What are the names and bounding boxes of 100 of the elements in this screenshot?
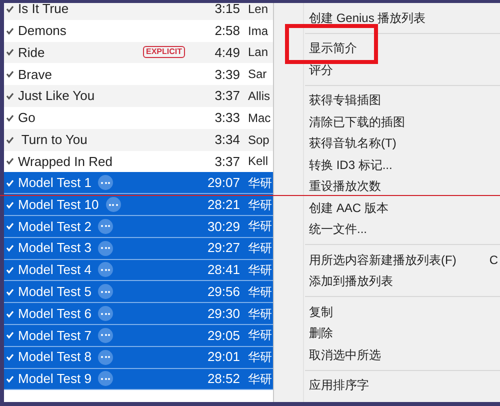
- song-artist: 华研: [248, 218, 272, 236]
- song-title: Model Test 10: [18, 196, 99, 214]
- song-row[interactable]: Turn to You 3:34 Sop: [4, 128, 273, 151]
- song-artist: Len: [248, 3, 268, 18]
- song-title: Is It True: [18, 3, 69, 18]
- song-artist: 华研: [248, 306, 272, 323]
- song-artist: 华研: [248, 349, 272, 366]
- song-artist: 华研: [248, 284, 272, 301]
- song-duration: 29:27: [207, 239, 240, 258]
- song-row[interactable]: Model Test 7 29:05 华研: [4, 324, 273, 347]
- song-duration: 3:37: [214, 152, 240, 171]
- song-row[interactable]: Model Test 8 29:01 华研: [4, 346, 273, 369]
- song-title: Demons: [18, 22, 66, 40]
- menu-item[interactable]: 统一文件...: [274, 218, 500, 240]
- more-options-icon[interactable]: [98, 284, 114, 300]
- menu-item[interactable]: 用所选内容新建播放列表(F) C: [274, 249, 500, 270]
- song-row[interactable]: Wrapped In Red 3:37 Kell: [4, 150, 273, 172]
- song-title: Ride: [18, 44, 45, 62]
- song-title: Model Test 4: [18, 261, 92, 280]
- menu-item[interactable]: 应用排序字: [274, 374, 500, 396]
- song-duration: 29:30: [207, 304, 240, 323]
- song-title: Model Test 6: [18, 304, 92, 323]
- song-row[interactable]: Model Test 5 29:56 华研: [4, 281, 273, 304]
- song-title: Model Test 7: [18, 326, 92, 345]
- song-title: Model Test 8: [18, 348, 92, 366]
- song-duration: 29:01: [207, 348, 240, 366]
- checkmark-icon[interactable]: [6, 136, 14, 144]
- more-options-icon[interactable]: [98, 218, 114, 234]
- song-duration: 28:52: [207, 370, 240, 388]
- song-row[interactable]: Model Test 3 29:27 华研: [4, 238, 273, 260]
- menu-item[interactable]: 显示简介: [274, 38, 500, 59]
- song-row[interactable]: Model Test 6 29:30 华研: [4, 303, 273, 325]
- more-options-icon[interactable]: [98, 328, 114, 343]
- song-artist: 华研: [248, 327, 272, 344]
- song-title: Go: [18, 109, 36, 128]
- song-artist: 华研: [248, 196, 272, 214]
- song-duration: 4:49: [214, 44, 240, 62]
- song-title: Model Test 3: [18, 239, 92, 258]
- song-artist: Allis: [248, 88, 270, 106]
- checkmark-icon[interactable]: [6, 114, 14, 122]
- more-options-icon[interactable]: [98, 350, 114, 365]
- menu-item[interactable]: 创建 Genius 播放列表: [274, 7, 500, 28]
- song-artist: Kell: [248, 153, 268, 170]
- explicit-badge: EXPLICIT: [143, 46, 186, 58]
- menu-item[interactable]: 创建 AAC 版本: [274, 197, 500, 218]
- song-artist: Sop: [248, 132, 270, 149]
- song-row[interactable]: Ride EXPLICIT 4:49 Lan: [4, 42, 273, 64]
- menu-item[interactable]: 评分: [274, 59, 500, 80]
- menu-item[interactable]: 复制: [274, 301, 500, 322]
- song-duration: 28:41: [207, 261, 240, 280]
- song-artist: 华研: [248, 262, 272, 279]
- song-title: Turn to You: [20, 130, 88, 149]
- song-row[interactable]: Model Test 1 29:07 华研: [4, 172, 273, 194]
- more-options-icon[interactable]: [98, 371, 114, 386]
- song-title: Model Test 2: [18, 218, 92, 236]
- song-title: Just Like You: [18, 87, 95, 106]
- song-row[interactable]: Model Test 4 28:41 华研: [4, 260, 273, 282]
- menu-item[interactable]: 删除: [274, 322, 500, 344]
- song-duration: 3:37: [214, 87, 240, 106]
- song-row[interactable]: Model Test 9 28:52 华研: [4, 368, 273, 390]
- song-duration: 30:29: [207, 218, 240, 236]
- menu-item[interactable]: 清除已下载的插图: [274, 111, 500, 132]
- more-options-icon[interactable]: [98, 240, 114, 256]
- more-options-icon[interactable]: [98, 175, 114, 190]
- checkmark-icon[interactable]: [6, 26, 14, 35]
- song-duration: 3:34: [214, 130, 240, 149]
- checkmark-icon[interactable]: [6, 70, 14, 78]
- song-duration: 3:33: [214, 109, 240, 128]
- song-row[interactable]: Model Test 10 28:21 华研: [4, 194, 273, 216]
- song-title: Model Test 9: [18, 370, 92, 388]
- menu-item[interactable]: 转换 ID3 标记...: [274, 154, 500, 176]
- more-options-icon[interactable]: [98, 262, 114, 278]
- song-title: Wrapped In Red: [18, 152, 112, 171]
- checkmark-icon[interactable]: [6, 4, 14, 13]
- song-artist: Ima: [248, 22, 268, 40]
- song-artist: Mac: [248, 110, 271, 127]
- song-row[interactable]: Just Like You 3:37 Allis: [4, 85, 273, 107]
- song-row[interactable]: Model Test 2 30:29 华研: [4, 216, 273, 238]
- song-artist: 华研: [248, 174, 272, 192]
- song-artist: 华研: [248, 240, 272, 258]
- song-row[interactable]: Is It True 3:15 Len: [4, 3, 273, 20]
- song-duration: 29:05: [207, 326, 240, 345]
- checkmark-icon[interactable]: [6, 48, 14, 56]
- menu-item[interactable]: 获得音轨名称(T): [274, 132, 500, 154]
- menu-item[interactable]: 获得专辑插图: [274, 90, 500, 111]
- song-duration: 3:15: [214, 3, 240, 18]
- song-duration: 29:56: [207, 283, 240, 301]
- song-artist: Lan: [248, 44, 268, 62]
- song-duration: 29:07: [207, 174, 240, 192]
- checkmark-icon[interactable]: [6, 92, 14, 100]
- song-duration: 28:21: [207, 196, 240, 214]
- song-title: Brave: [18, 66, 52, 84]
- menu-item[interactable]: 添加到播放列表: [274, 270, 500, 292]
- song-duration: 3:39: [214, 66, 240, 84]
- more-options-icon[interactable]: [106, 197, 121, 212]
- checkmark-icon[interactable]: [6, 157, 14, 166]
- menu-item[interactable]: 重设播放次数: [274, 176, 500, 197]
- song-duration: 2:58: [214, 22, 240, 40]
- menu-item[interactable]: 取消选中所选: [274, 344, 500, 366]
- more-options-icon[interactable]: [98, 306, 114, 322]
